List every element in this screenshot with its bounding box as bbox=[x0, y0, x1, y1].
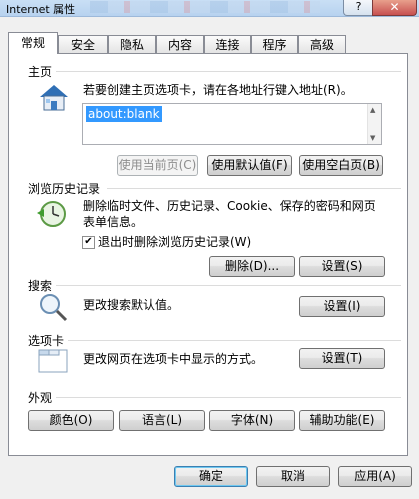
appearance-heading: 外观 bbox=[28, 389, 57, 406]
homepage-description: 若要创建主页选项卡，请在各地址行键入地址(R)。 bbox=[83, 83, 353, 97]
fonts-button[interactable]: 字体(N) bbox=[209, 410, 295, 431]
help-button[interactable]: ? bbox=[343, 0, 374, 16]
homepage-url-value: about:blank bbox=[86, 106, 162, 122]
appearance-divider bbox=[53, 397, 401, 398]
history-divider bbox=[107, 188, 401, 189]
delete-history-button[interactable]: 删除(D)... bbox=[209, 256, 295, 277]
magnifier-icon bbox=[40, 294, 68, 322]
tabs-divider bbox=[65, 340, 401, 341]
history-description-line2: 表单信息。 bbox=[83, 215, 144, 229]
history-clock-icon bbox=[37, 201, 66, 227]
title-bar-background bbox=[90, 1, 320, 13]
tabs-settings-button[interactable]: 设置(T) bbox=[299, 348, 385, 369]
accessibility-button[interactable]: 辅助功能(E) bbox=[299, 410, 385, 431]
search-divider bbox=[53, 285, 401, 286]
house-icon bbox=[40, 85, 68, 111]
homepage-heading: 主页 bbox=[28, 63, 57, 80]
ok-button[interactable]: 确定 bbox=[174, 466, 248, 487]
tab-general[interactable]: 常规 bbox=[8, 32, 58, 54]
delete-on-exit-checkbox[interactable]: ✔ bbox=[82, 236, 95, 249]
history-heading: 浏览历史记录 bbox=[28, 180, 105, 197]
close-button[interactable]: ✕ bbox=[372, 0, 417, 16]
tab-content[interactable]: 内容 bbox=[156, 35, 204, 53]
tab-connections[interactable]: 连接 bbox=[204, 35, 251, 53]
tab-programs[interactable]: 程序 bbox=[251, 35, 298, 53]
delete-on-exit-label[interactable]: 退出时删除浏览历史记录(W) bbox=[98, 234, 251, 250]
tab-advanced[interactable]: 高级 bbox=[298, 35, 346, 53]
use-default-button[interactable]: 使用默认值(F) bbox=[207, 155, 292, 176]
homepage-url-field[interactable]: about:blank ▲ ▼ bbox=[82, 103, 382, 145]
tab-security[interactable]: 安全 bbox=[58, 35, 108, 53]
use-current-button[interactable]: 使用当前页(C) bbox=[117, 155, 198, 176]
apply-button[interactable]: 应用(A) bbox=[338, 466, 412, 487]
languages-button[interactable]: 语言(L) bbox=[119, 410, 205, 431]
cancel-button[interactable]: 取消 bbox=[256, 466, 330, 487]
tab-privacy[interactable]: 隐私 bbox=[108, 35, 156, 53]
colors-button[interactable]: 颜色(O) bbox=[28, 410, 114, 431]
history-description-line1: 删除临时文件、历史记录、Cookie、保存的密码和网页 bbox=[83, 199, 376, 213]
general-tab-panel: 主页 若要创建主页选项卡，请在各地址行键入地址(R)。 about:blank … bbox=[8, 53, 408, 456]
use-blank-button[interactable]: 使用空白页(B) bbox=[299, 155, 383, 176]
tabs-description: 更改网页在选项卡中显示的方式。 bbox=[83, 352, 264, 366]
scroll-up-icon[interactable]: ▲ bbox=[370, 106, 375, 114]
search-settings-button[interactable]: 设置(I) bbox=[299, 296, 385, 317]
history-settings-button[interactable]: 设置(S) bbox=[299, 256, 385, 277]
window-title: Internet 属性 bbox=[6, 3, 76, 16]
search-description: 更改搜索默认值。 bbox=[83, 298, 180, 312]
scroll-down-icon[interactable]: ▼ bbox=[370, 134, 375, 142]
homepage-divider bbox=[41, 71, 401, 72]
url-scrollbar[interactable]: ▲ ▼ bbox=[367, 104, 381, 144]
tabs-window-icon bbox=[38, 349, 68, 373]
